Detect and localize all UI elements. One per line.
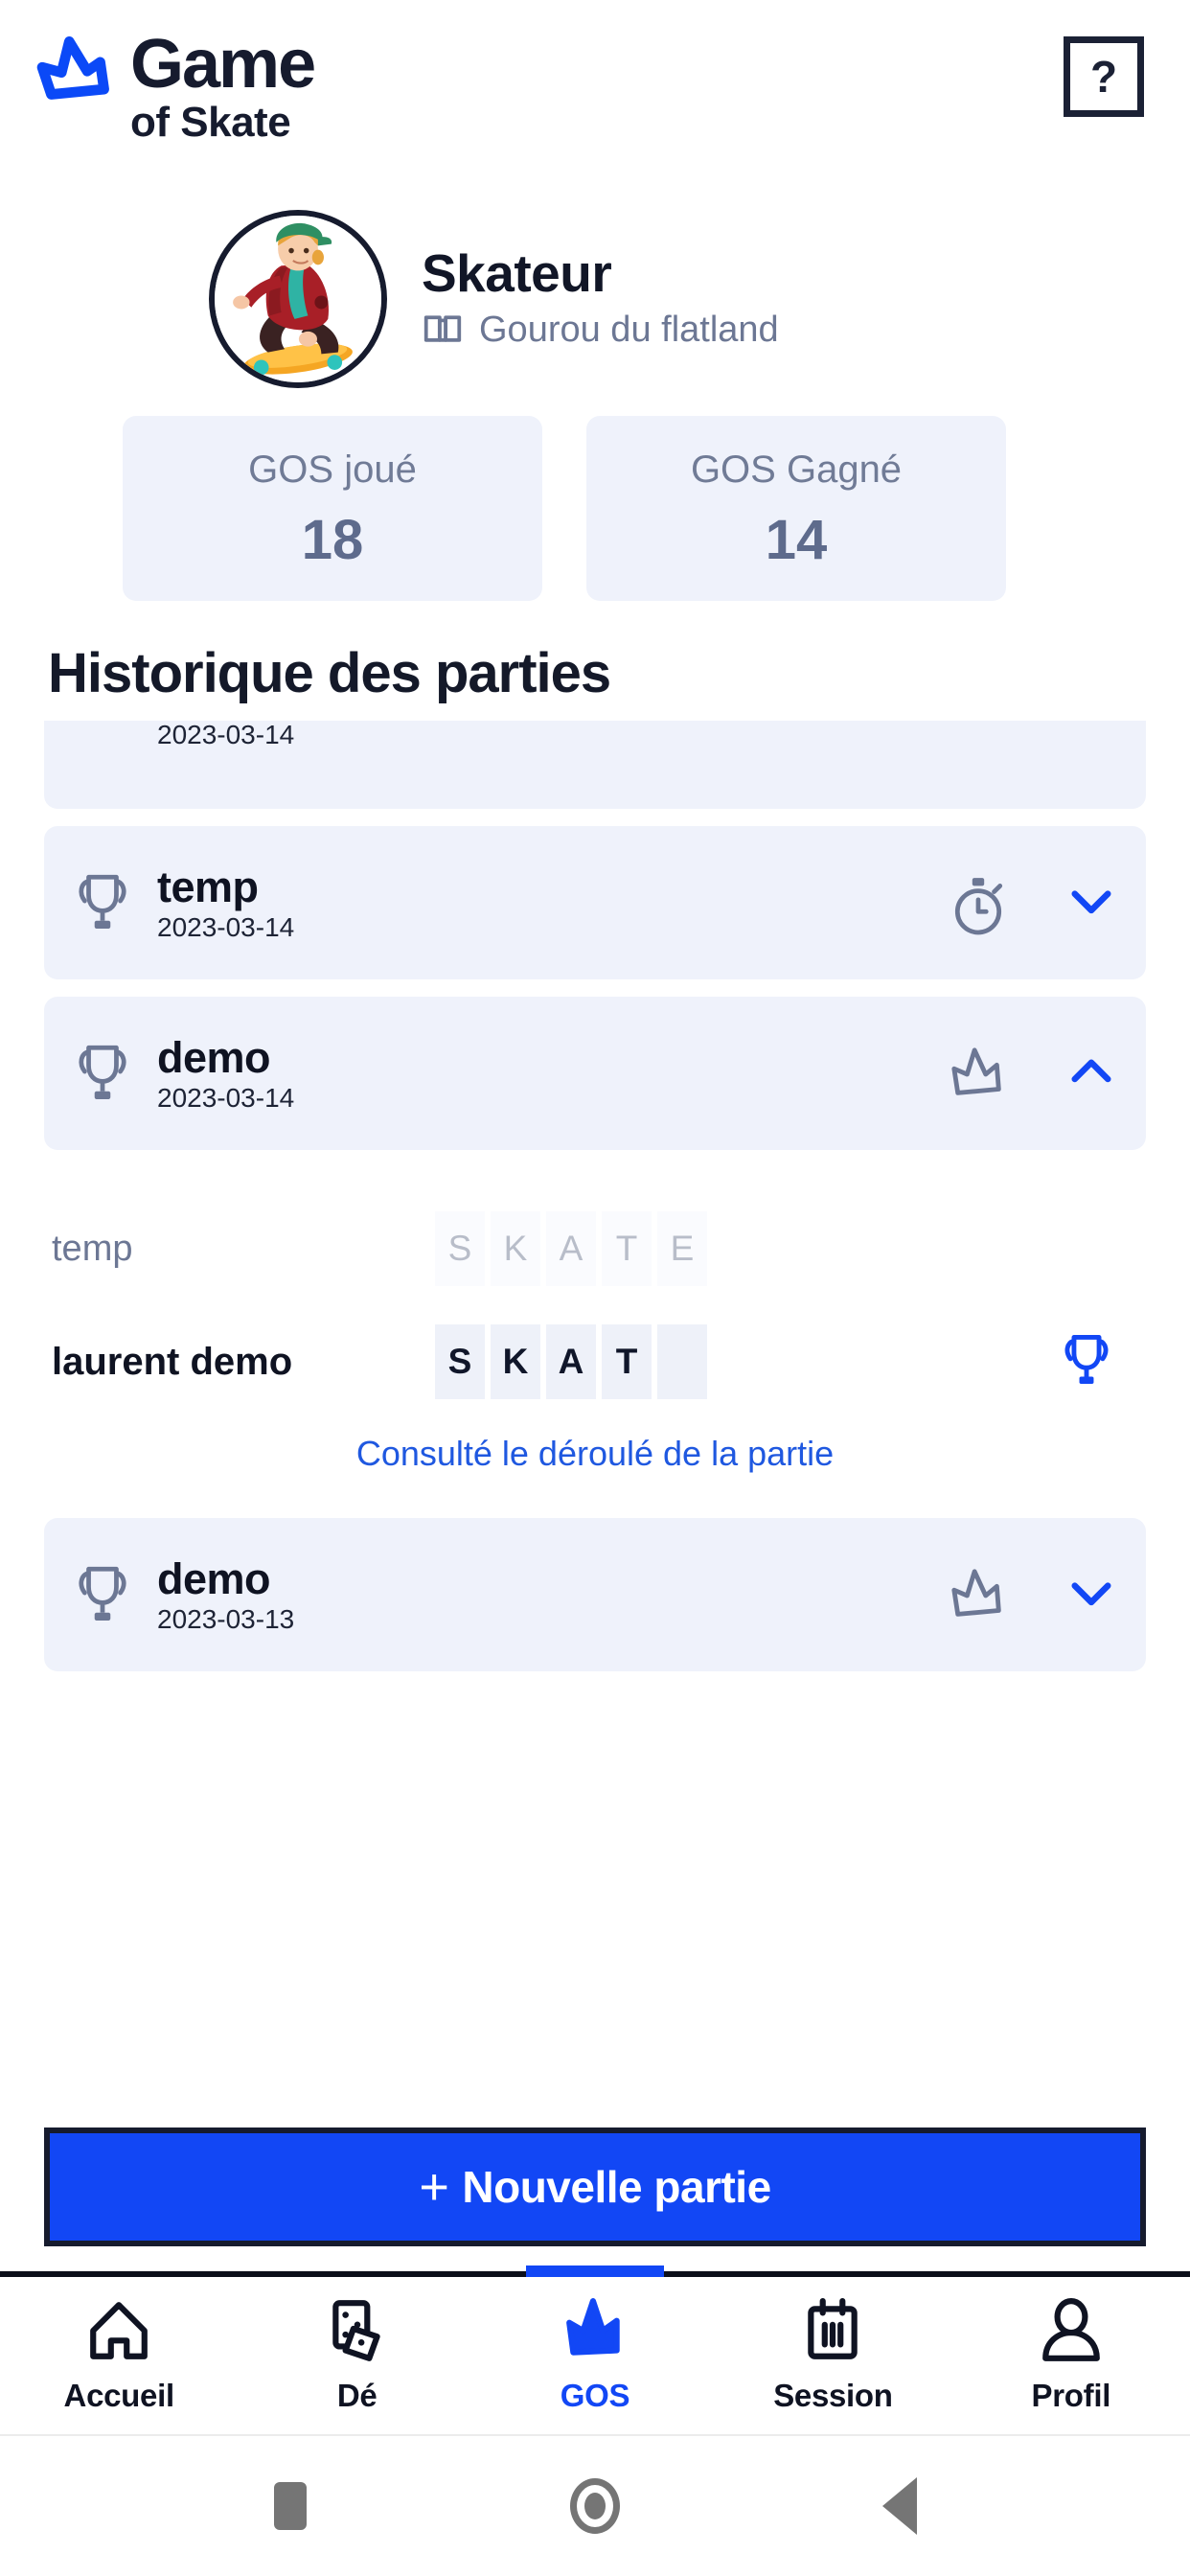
profile-rank: Gourou du flatland <box>422 310 779 351</box>
nav-item-accueil[interactable]: Accueil <box>0 2277 238 2434</box>
chevron-down-icon[interactable] <box>1069 1578 1113 1611</box>
bottom-navigation: Accueil Dé GOS Session Profil <box>0 2266 1190 2434</box>
new-game-label: Nouvelle partie <box>462 2162 771 2212</box>
player-name: temp <box>52 1228 133 1269</box>
letter-tile: E <box>657 1211 707 1286</box>
letter-tile: T <box>602 1324 652 1399</box>
skate-letters: S K A T <box>435 1324 707 1399</box>
stat-label: GOS joué <box>248 448 417 491</box>
dice-icon <box>324 2297 391 2364</box>
brand-title: Game <box>130 26 316 103</box>
player-row: temp S K A T E <box>44 1192 1146 1305</box>
letter-tile: K <box>491 1211 540 1286</box>
stat-value: 18 <box>301 509 364 571</box>
stat-card-played: GOS joué 18 <box>123 416 542 601</box>
app-screen: Game of Skate ? Skateur Gourou du flatla… <box>0 0 1190 2576</box>
trophy-icon <box>73 869 132 936</box>
crown-icon <box>561 2297 629 2364</box>
letter-tile: S <box>435 1324 485 1399</box>
game-card[interactable]: temp 2023-03-14 <box>44 826 1146 979</box>
winner-trophy-icon <box>1060 1330 1113 1393</box>
game-date: 2023-03-14 <box>157 721 295 749</box>
profile-rank-label: Gourou du flatland <box>479 310 779 350</box>
history-title: Historique des parties <box>48 642 611 704</box>
player-name: laurent demo <box>52 1340 293 1383</box>
plus-icon: + <box>419 2158 449 2216</box>
trophy-icon <box>73 1561 132 1628</box>
person-icon <box>1038 2297 1105 2364</box>
profile-name: Skateur <box>422 243 612 303</box>
profile-meta: Skateur Gourou du flatland <box>422 247 779 351</box>
new-game-button[interactable]: + Nouvelle partie <box>44 2128 1146 2246</box>
chevron-down-icon[interactable] <box>1069 886 1113 919</box>
avatar[interactable] <box>209 210 387 388</box>
letter-tile: S <box>435 1211 485 1286</box>
nav-label: Dé <box>336 2378 378 2413</box>
letter-tile: A <box>546 1211 596 1286</box>
help-button[interactable]: ? <box>1064 36 1144 117</box>
letter-tile: A <box>546 1324 596 1399</box>
crown-icon <box>949 1566 1008 1623</box>
back-button[interactable] <box>872 2477 927 2535</box>
crown-icon <box>949 1045 1008 1102</box>
new-game-section: + Nouvelle partie <box>0 2110 1190 2271</box>
game-name: temp <box>157 862 259 911</box>
game-card-partial[interactable]: 2023-03-14 <box>44 721 1146 809</box>
nav-item-session[interactable]: Session <box>714 2277 951 2434</box>
game-detail-link[interactable]: Consulté le déroulé de la partie <box>44 1418 1146 1512</box>
stat-value: 14 <box>765 509 828 571</box>
active-tab-indicator <box>526 2266 665 2277</box>
nav-label: Accueil <box>63 2378 175 2413</box>
nav-label: GOS <box>560 2378 630 2413</box>
calendar-icon <box>799 2297 866 2364</box>
letter-tile: T <box>602 1211 652 1286</box>
home-button[interactable] <box>567 2478 623 2534</box>
brand-subtitle: of Skate <box>130 98 291 146</box>
nav-label: Session <box>773 2378 893 2413</box>
brand-text: Game of Skate <box>130 26 316 147</box>
home-icon <box>85 2297 152 2364</box>
stopwatch-icon <box>949 874 1008 935</box>
game-name: demo <box>157 1032 271 1082</box>
system-navigation-bar <box>0 2434 1190 2576</box>
game-card[interactable]: demo 2023-03-14 <box>44 997 1146 1150</box>
trophy-icon <box>73 1040 132 1107</box>
game-name: demo <box>157 1553 271 1603</box>
profile-section: Skateur Gourou du flatland <box>0 201 1190 393</box>
app-logo: Game of Skate <box>34 23 316 147</box>
skate-letters: S K A T E <box>435 1211 707 1286</box>
chevron-up-icon[interactable] <box>1069 1057 1113 1090</box>
trophy-icon <box>73 721 132 766</box>
game-date: 2023-03-13 <box>157 1603 295 1634</box>
letter-tile <box>657 1324 707 1399</box>
nav-item-profil[interactable]: Profil <box>952 2277 1190 2434</box>
game-detail-panel: temp S K A T E laurent demo S K A T Cons… <box>44 1167 1146 1518</box>
nav-label: Profil <box>1031 2378 1111 2413</box>
letter-tile: K <box>491 1324 540 1399</box>
recents-button[interactable] <box>263 2478 318 2534</box>
stats-row: GOS joué 18 GOS Gagné 14 <box>0 393 1190 601</box>
game-card[interactable]: demo 2023-03-13 <box>44 1518 1146 1671</box>
crown-icon <box>34 36 117 119</box>
app-header: Game of Skate ? <box>0 0 1190 201</box>
badge-icon <box>422 311 464 350</box>
player-row-winner: laurent demo S K A T <box>44 1305 1146 1418</box>
history-list[interactable]: 2023-03-14 temp 2023-03-14 demo 2023-03-… <box>0 721 1190 2110</box>
stat-card-won: GOS Gagné 14 <box>586 416 1006 601</box>
game-date: 2023-03-14 <box>157 1082 295 1113</box>
game-date: 2023-03-14 <box>157 911 295 942</box>
nav-item-de[interactable]: Dé <box>238 2277 475 2434</box>
stat-label: GOS Gagné <box>690 448 903 491</box>
nav-item-gos[interactable]: GOS <box>476 2266 714 2434</box>
